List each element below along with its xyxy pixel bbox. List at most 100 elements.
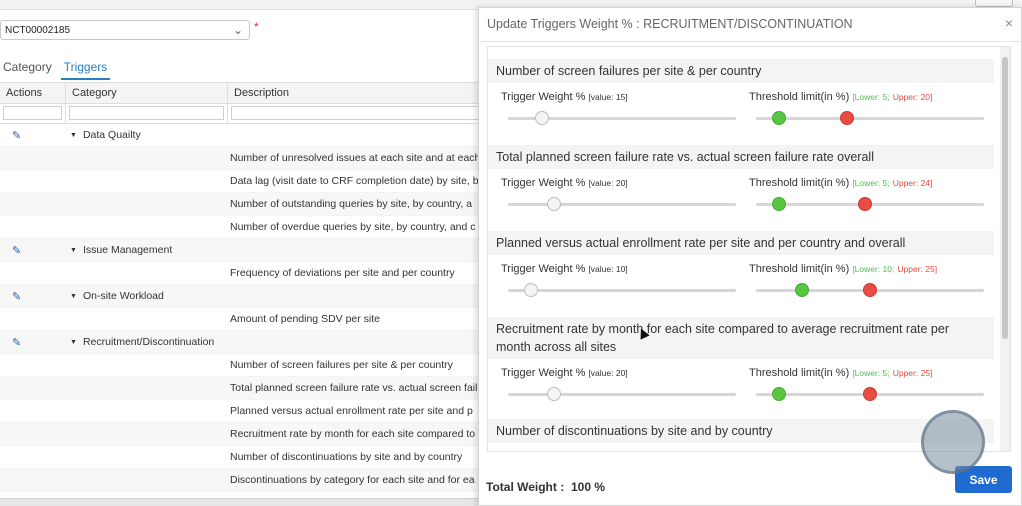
filter-description-input[interactable] — [231, 106, 486, 120]
threshold-slider[interactable] — [756, 117, 984, 120]
row-description: Total planned screen failure rate vs. ac… — [230, 382, 478, 394]
grid-header: Actions Category Description — [0, 82, 490, 104]
edit-icon[interactable]: ✎ — [12, 245, 21, 257]
upper-limit-value: Upper: 24] — [892, 178, 933, 188]
lower-threshold-handle[interactable] — [771, 387, 786, 401]
caret-down-icon[interactable]: ▼ — [70, 247, 77, 254]
group-row: ✎ ▼ On-site Workload — [0, 285, 490, 308]
table-row: Number of unresolved issues at each site… — [0, 147, 490, 170]
trigger-title: Number of screen failures per site & per… — [488, 59, 994, 83]
chevron-down-icon: ⌄ — [232, 23, 243, 37]
weight-slider-handle[interactable] — [523, 283, 538, 297]
row-description: Number of unresolved issues at each site… — [230, 152, 481, 164]
upper-threshold-handle[interactable] — [858, 197, 873, 211]
row-description: Planned versus actual enrollment rate pe… — [230, 405, 473, 417]
caret-down-icon[interactable]: ▼ — [70, 293, 77, 300]
upper-limit-value: Upper: 25] — [897, 264, 938, 274]
weight-value: [value: 20] — [588, 178, 628, 188]
upper-threshold-handle[interactable] — [863, 387, 877, 401]
scrollbar-track[interactable] — [1000, 47, 1010, 451]
row-category: On-site Workload — [82, 290, 164, 302]
weight-slider-handle[interactable] — [546, 197, 561, 211]
tab-category[interactable]: Category — [0, 58, 55, 80]
triggers-grid: Actions Category Description ✎ ▼ Data Quai… — [0, 82, 490, 492]
trigger-weight-text: Trigger Weight % — [501, 367, 586, 379]
threshold-label: Threshold limit(in %) [Lower: 5; Upper: … — [749, 91, 932, 103]
grid-rows: ✎ ▼ Data Quailty Number of unresolved issue… — [0, 124, 490, 492]
threshold-label: Threshold limit(in %) [Lower: 5; Upper: … — [749, 367, 932, 379]
help-bubble[interactable] — [921, 410, 985, 474]
row-description: Number of screen failures per site & per… — [230, 359, 453, 371]
upper-limit-value: Upper: 25] — [892, 368, 933, 378]
weight-slider[interactable] — [508, 289, 736, 292]
caret-down-icon[interactable]: ▼ — [70, 339, 77, 346]
threshold-text: Threshold limit(in %) — [749, 177, 850, 189]
lower-limit-value: [Lower: 10; — [852, 264, 895, 274]
table-row: Number of overdue queries by site, by co… — [0, 216, 490, 239]
row-category: Data Quailty — [82, 129, 141, 141]
row-description: Frequency of deviations per site and per… — [230, 267, 455, 279]
lower-threshold-handle[interactable] — [794, 283, 809, 297]
row-description: Number of outstanding queries by site, b… — [230, 198, 473, 210]
threshold-text: Threshold limit(in %) — [749, 367, 850, 379]
threshold-text: Threshold limit(in %) — [749, 91, 850, 103]
trigger-title: Planned versus actual enrollment rate pe… — [488, 231, 994, 255]
trigger-weight-text: Trigger Weight % — [501, 263, 586, 275]
close-icon[interactable]: × — [1005, 15, 1013, 31]
row-category: Recruitment/Discontinuation — [82, 336, 215, 348]
table-row: Recruitment rate by month for each site … — [0, 423, 490, 446]
filter-category-input[interactable] — [69, 106, 224, 120]
column-header-description[interactable]: Description — [228, 83, 490, 103]
weight-value: [value: 20] — [588, 368, 628, 378]
threshold-label: Threshold limit(in %) [Lower: 10; Upper:… — [749, 263, 937, 275]
trigger-weight-label: Trigger Weight % [value: 10] — [501, 263, 628, 275]
trigger-weight-text: Trigger Weight % — [501, 91, 586, 103]
upper-threshold-handle[interactable] — [840, 111, 855, 125]
edit-icon[interactable]: ✎ — [12, 337, 21, 349]
scrollbar-thumb[interactable] — [1002, 57, 1008, 339]
upper-threshold-handle[interactable] — [863, 283, 877, 297]
table-row: Frequency of deviations per site and per… — [0, 262, 490, 285]
table-row: Number of discontinuations by site and b… — [0, 446, 490, 469]
total-weight-value: 100 % — [571, 480, 606, 494]
modal-header: Update Triggers Weight % : RECRUITMENT/D… — [479, 8, 1021, 42]
column-header-category[interactable]: Category — [66, 83, 228, 103]
filter-actions-input[interactable] — [3, 106, 62, 120]
weight-value: [value: 10] — [588, 264, 628, 274]
column-header-actions[interactable]: Actions — [0, 83, 66, 103]
weight-slider[interactable] — [508, 203, 736, 206]
lower-limit-value: [Lower: 5; — [852, 368, 890, 378]
group-row: ✎ ▼ Issue Management — [0, 239, 490, 262]
lower-threshold-handle[interactable] — [771, 111, 786, 125]
study-select-value: NCT00002185 — [5, 24, 71, 36]
trigger-title: Number of discontinuations by site and b… — [488, 419, 994, 443]
edit-icon[interactable]: ✎ — [12, 291, 21, 303]
triggers-list: Number of screen failures per site & per… — [487, 46, 1011, 452]
table-row: Total planned screen failure rate vs. ac… — [0, 377, 490, 400]
edit-icon[interactable]: ✎ — [12, 130, 21, 142]
table-row: Number of outstanding queries by site, b… — [0, 193, 490, 216]
tab-triggers[interactable]: Triggers — [60, 58, 111, 80]
row-description: Discontinuations by category for each si… — [230, 474, 475, 486]
row-description: Number of discontinuations by site and b… — [230, 451, 463, 463]
weight-value: [value: 15] — [588, 92, 628, 102]
row-category: Issue Management — [82, 244, 173, 256]
lower-limit-value: [Lower: 5; — [852, 178, 890, 188]
table-row: Data lag (visit date to CRF completion d… — [0, 170, 490, 193]
study-select[interactable]: NCT00002185 ⌄ — [0, 20, 250, 40]
trigger-weight-label: Trigger Weight % [value: 20] — [501, 367, 628, 379]
weight-slider[interactable] — [508, 393, 736, 396]
modal-title: Update Triggers Weight % : RECRUITMENT/D… — [487, 17, 853, 31]
total-weight-label: Total Weight : — [486, 480, 565, 494]
table-row: Number of screen failures per site & per… — [0, 354, 490, 377]
trigger-weight-label: Trigger Weight % [value: 20] — [501, 177, 628, 189]
trigger-title: Total planned screen failure rate vs. ac… — [488, 145, 994, 169]
weight-slider-handle[interactable] — [546, 387, 561, 401]
threshold-text: Threshold limit(in %) — [749, 263, 850, 275]
row-description: Data lag (visit date to CRF completion d… — [230, 175, 484, 187]
group-row: ✎ ▼ Data Quailty — [0, 124, 490, 147]
weight-slider-handle[interactable] — [535, 111, 550, 125]
caret-down-icon[interactable]: ▼ — [70, 132, 77, 139]
menu-button[interactable] — [975, 0, 1013, 7]
lower-threshold-handle[interactable] — [771, 197, 786, 211]
